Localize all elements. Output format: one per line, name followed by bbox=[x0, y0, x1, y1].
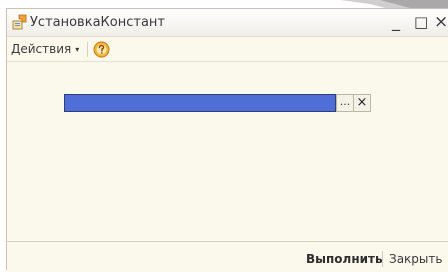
dialog-window: УстановкаКонстант _ □ × Действия ▾ ... × … bbox=[6, 8, 448, 272]
constant-value-field[interactable] bbox=[64, 94, 336, 112]
actions-menu[interactable]: Действия ▾ bbox=[11, 42, 79, 56]
close-button[interactable]: Закрыть bbox=[389, 252, 442, 266]
title-bar[interactable]: УстановкаКонстант _ □ × bbox=[7, 9, 448, 37]
execute-button[interactable]: Выполнить bbox=[306, 252, 383, 266]
chevron-down-icon: ▾ bbox=[75, 45, 80, 54]
help-icon[interactable] bbox=[93, 41, 110, 58]
select-button[interactable]: ... bbox=[336, 94, 354, 112]
minimize-button[interactable]: _ bbox=[392, 12, 400, 32]
window-title: УстановкаКонстант bbox=[30, 15, 165, 30]
close-window-button[interactable]: × bbox=[434, 12, 448, 32]
form-footer: Выполнить Закрыть bbox=[7, 241, 448, 272]
maximize-button[interactable]: □ bbox=[414, 12, 428, 32]
command-bar: Действия ▾ bbox=[7, 37, 448, 62]
footer-divider bbox=[382, 251, 383, 267]
toolbar-divider bbox=[87, 42, 88, 57]
app-form-icon bbox=[12, 14, 28, 30]
actions-menu-label: Действия bbox=[11, 42, 72, 56]
clear-button[interactable]: × bbox=[354, 94, 371, 112]
